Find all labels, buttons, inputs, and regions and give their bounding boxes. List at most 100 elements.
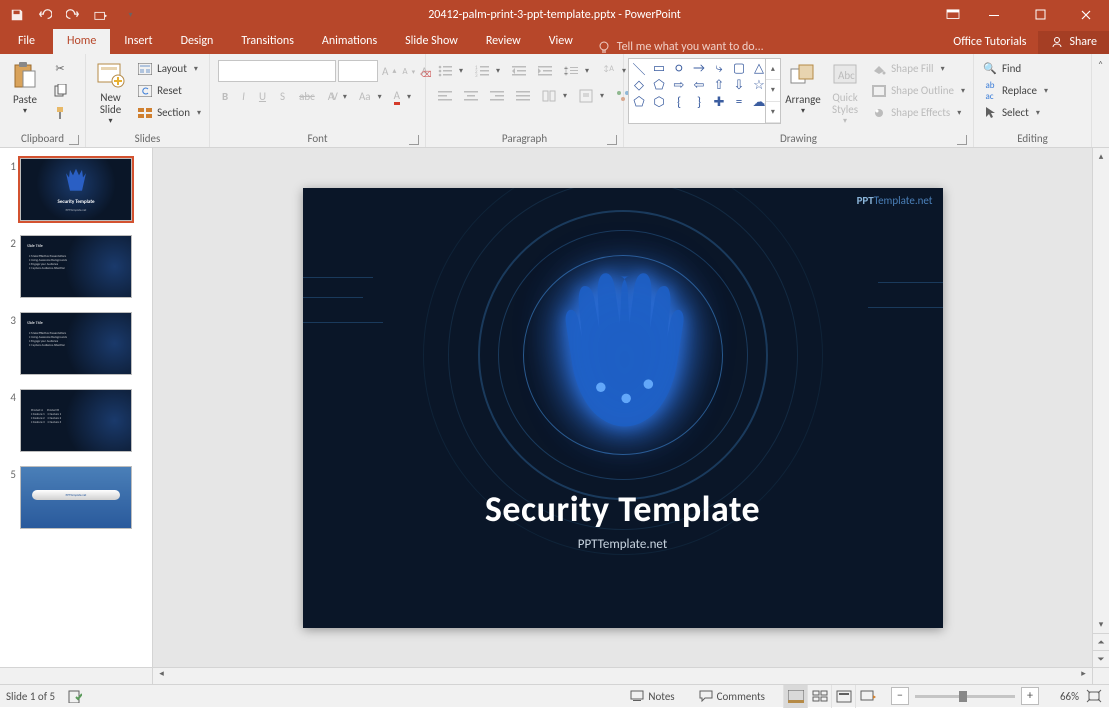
comments-icon	[699, 690, 713, 702]
find-button[interactable]: 🔍Find	[978, 58, 1052, 79]
vertical-scrollbar[interactable]: ▴ ▾ ⏶ ⏷	[1092, 148, 1109, 667]
tab-view[interactable]: View	[535, 29, 587, 54]
replace-button[interactable]: abacReplace	[978, 80, 1052, 101]
slide-editor[interactable]: PPTTemplate.net Security Template PPTTem…	[153, 148, 1092, 667]
strikethrough-button[interactable]: abc	[295, 86, 319, 107]
tab-transitions[interactable]: Transitions	[227, 29, 308, 54]
close-button[interactable]	[1063, 0, 1109, 29]
font-size-combo[interactable]	[338, 60, 378, 82]
increase-indent-button[interactable]	[534, 60, 556, 81]
prev-slide-nav[interactable]: ⏶	[1093, 633, 1109, 650]
horizontal-scrollbar[interactable]: ◂▸	[0, 667, 1109, 684]
quick-styles-button[interactable]: Abc Quick Styles▾	[825, 58, 865, 126]
new-slide-button[interactable]: New Slide▾	[90, 58, 131, 126]
bullets-button[interactable]	[434, 60, 467, 81]
font-dialog-launcher[interactable]	[409, 135, 419, 145]
decrease-indent-button[interactable]	[508, 60, 530, 81]
reset-button[interactable]: Reset	[133, 80, 205, 101]
thumb-3[interactable]: 3 Slide Title • Make Effective Presentat…	[0, 308, 152, 385]
slide-thumbnails-panel[interactable]: 1 Security Template PPTTemplate.net 2 Sl…	[0, 148, 153, 667]
paste-button[interactable]: Paste▾	[4, 58, 46, 126]
justify-button[interactable]	[512, 85, 534, 106]
decrease-font-button[interactable]: A▾	[400, 61, 417, 82]
thumb-2[interactable]: 2 Slide Title • Make Effective Presentat…	[0, 231, 152, 308]
select-button[interactable]: Select	[978, 102, 1052, 123]
notes-button[interactable]: Notes	[624, 685, 680, 708]
tab-slideshow[interactable]: Slide Show	[391, 29, 472, 54]
start-from-beginning-button[interactable]	[88, 3, 114, 27]
reading-view-button[interactable]	[831, 685, 855, 708]
shape-outline-button[interactable]: Shape Outline	[867, 80, 969, 101]
font-color-button[interactable]: A	[391, 86, 414, 107]
tab-design[interactable]: Design	[167, 29, 228, 54]
tab-insert[interactable]: Insert	[110, 29, 166, 54]
bold-button[interactable]: B	[218, 86, 232, 107]
cut-button[interactable]: ✂	[48, 58, 72, 79]
columns-button[interactable]	[538, 85, 571, 106]
undo-button[interactable]	[32, 3, 58, 27]
ribbon-tabs: File Home Insert Design Transitions Anim…	[0, 29, 1109, 54]
qat-customize-button[interactable]	[116, 3, 142, 27]
share-button[interactable]: Share	[1038, 31, 1109, 54]
arrange-button[interactable]: Arrange▾	[783, 58, 823, 126]
slide-watermark: PPTTemplate.net	[857, 194, 933, 207]
svg-text:↕A: ↕A	[603, 64, 614, 74]
tell-me-search[interactable]: Tell me what you want to do...	[587, 40, 941, 54]
group-font: A▴ A▾ A⌫ B I U S abc AV Aa A Font	[210, 54, 426, 147]
arrow-shape-icon: →	[691, 61, 707, 76]
shapes-scroll[interactable]: ▴▾▾	[765, 59, 780, 123]
normal-view-button[interactable]	[783, 685, 807, 708]
italic-button[interactable]: I	[238, 86, 249, 107]
thumb-4[interactable]: 4 Product A Product B• Feature 1 • Featu…	[0, 385, 152, 462]
section-button[interactable]: Section	[133, 102, 205, 123]
thumb-1[interactable]: 1 Security Template PPTTemplate.net	[0, 154, 152, 231]
numbering-button[interactable]: 123	[471, 60, 504, 81]
change-case-button[interactable]: Aa	[356, 86, 385, 107]
layout-button[interactable]: Layout	[133, 58, 205, 79]
increase-font-button[interactable]: A▴	[380, 61, 398, 82]
save-button[interactable]	[4, 3, 30, 27]
paragraph-dialog-launcher[interactable]	[607, 135, 617, 145]
shape-effects-button[interactable]: Shape Effects	[867, 102, 969, 123]
tab-animations[interactable]: Animations	[308, 29, 391, 54]
zoom-level[interactable]: 66%	[1045, 690, 1079, 703]
thumb-5[interactable]: 5 PPTTemplate.net	[0, 462, 152, 539]
office-tutorials-button[interactable]: Office Tutorials	[941, 31, 1038, 54]
shape-fill-button[interactable]: Shape Fill	[867, 58, 969, 79]
copy-button[interactable]	[48, 80, 72, 101]
shapes-gallery[interactable]: ＼ ▭ ○ → ⤷ ▢ △ ◇ ⬠ ⇨ ⇦ ⇧ ⇩ ☆	[628, 58, 781, 124]
lightbulb-icon	[597, 40, 611, 54]
group-slides: New Slide▾ Layout Reset Section Slides	[86, 54, 210, 147]
underline-button[interactable]: U	[255, 86, 270, 107]
outline-icon	[871, 83, 887, 99]
font-name-combo[interactable]	[218, 60, 336, 82]
comments-button[interactable]: Comments	[693, 685, 771, 708]
redo-button[interactable]	[60, 3, 86, 27]
arrange-icon	[787, 60, 819, 92]
align-center-button[interactable]	[460, 85, 482, 106]
next-slide-nav[interactable]: ⏷	[1093, 650, 1109, 667]
tab-home[interactable]: Home	[53, 29, 110, 54]
maximize-button[interactable]	[1017, 0, 1063, 29]
minimize-button[interactable]	[971, 0, 1017, 29]
align-text-button[interactable]	[575, 85, 608, 106]
ribbon-display-options-button[interactable]	[935, 0, 971, 29]
clipboard-dialog-launcher[interactable]	[69, 135, 79, 145]
zoom-slider[interactable]	[915, 695, 1015, 698]
connector-shape-icon: ⤷	[711, 61, 727, 76]
shadow-button[interactable]: S	[276, 86, 289, 107]
slide-canvas[interactable]: PPTTemplate.net Security Template PPTTem…	[303, 188, 943, 628]
collapse-ribbon-button[interactable]: ˄	[1091, 54, 1109, 147]
slideshow-view-button[interactable]	[855, 685, 879, 708]
align-right-button[interactable]	[486, 85, 508, 106]
char-spacing-button[interactable]: AV	[325, 86, 350, 107]
tab-file[interactable]: File	[0, 29, 53, 54]
sorter-view-button[interactable]	[807, 685, 831, 708]
slide-counter[interactable]: Slide 1 of 5	[6, 690, 55, 703]
format-painter-button[interactable]	[48, 102, 72, 123]
drawing-dialog-launcher[interactable]	[957, 135, 967, 145]
line-spacing-button[interactable]	[560, 60, 593, 81]
align-left-button[interactable]	[434, 85, 456, 106]
spell-check-icon[interactable]	[67, 688, 83, 704]
tab-review[interactable]: Review	[472, 29, 535, 54]
